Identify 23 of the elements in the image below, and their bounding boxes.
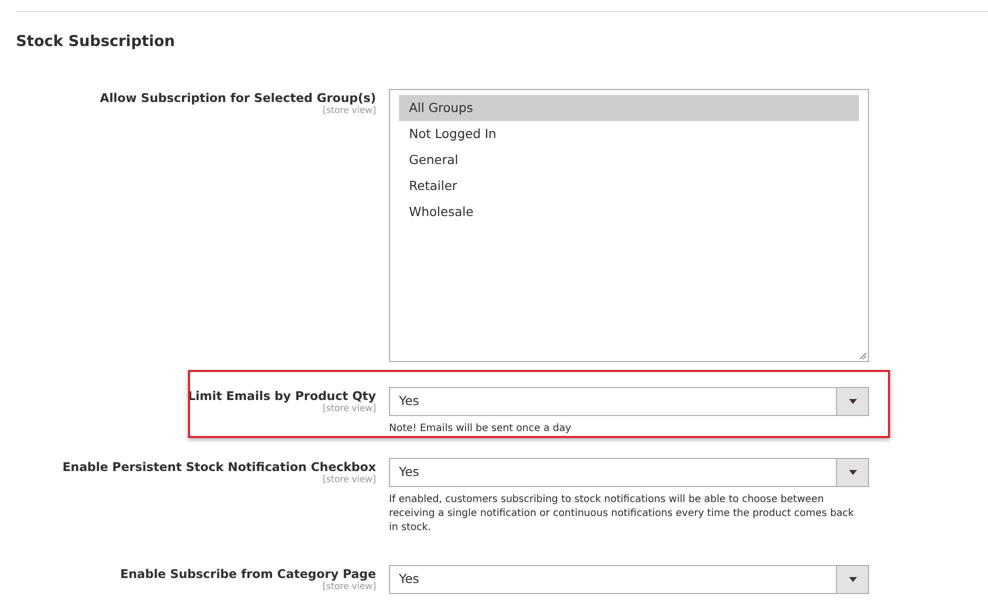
list-option[interactable]: Not Logged In <box>399 120 859 146</box>
multiselect-list[interactable]: All Groups Not Logged In General Retailer Wholesale <box>389 88 869 362</box>
field-label: Allow Subscription for Selected Group(s) <box>100 90 376 106</box>
list-option[interactable]: All Groups <box>399 94 859 120</box>
field-label: Enable Persistent Stock Notification Checkbox <box>62 458 376 474</box>
list-option[interactable]: Retailer <box>399 172 859 198</box>
field-note: If enabled, customers subscribing to stock notifications will be able to choose between receiving a single notification or continuous notifications every time the product comes back in stock. <box>389 492 855 534</box>
field-label: Enable Subscribe from Category Page <box>120 566 376 581</box>
select-value: Yes <box>398 462 420 481</box>
select-dropdown[interactable]: Yes <box>389 564 869 594</box>
field-note: Note! Emails will be sent once a day <box>389 422 572 436</box>
scope-label: [store view] <box>322 582 376 592</box>
select-value: Yes <box>398 392 420 410</box>
section-title: Stock Subscription <box>16 31 176 52</box>
select-dropdown[interactable]: Yes <box>389 458 869 486</box>
scope-label: [store view] <box>322 404 376 414</box>
scope-label: [store view] <box>322 474 376 486</box>
select-dropdown[interactable]: Yes <box>389 386 869 416</box>
resize-grip-icon[interactable] <box>859 352 867 360</box>
list-option[interactable]: General <box>399 146 859 172</box>
scope-label: [store view] <box>322 106 376 116</box>
select-value: Yes <box>398 570 420 588</box>
list-option[interactable]: Wholesale <box>399 198 859 224</box>
